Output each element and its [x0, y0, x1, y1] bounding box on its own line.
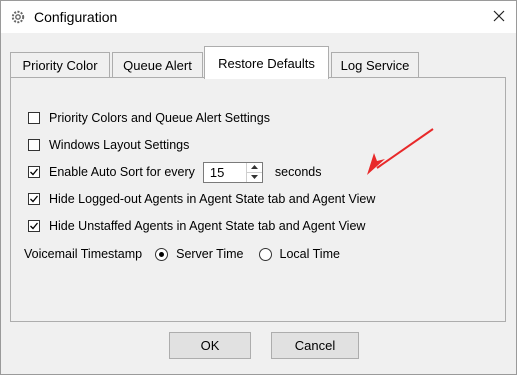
hide-unstaffed-checkbox[interactable] [28, 220, 40, 232]
tab-label: Restore Defaults [218, 55, 315, 71]
cancel-button-label: Cancel [294, 338, 336, 353]
windows-layout-option[interactable]: Windows Layout Settings [28, 135, 189, 155]
checkmark-icon [30, 195, 39, 203]
stepper-buttons [245, 162, 262, 182]
windows-layout-checkbox[interactable] [28, 139, 40, 151]
radio-selected-dot [159, 251, 165, 257]
hide-unstaffed-label: Hide Unstaffed Agents in Agent State tab… [49, 219, 366, 233]
seconds-unit-label: seconds [274, 165, 322, 179]
ok-button-label: OK [200, 338, 220, 353]
cancel-button[interactable]: Cancel [271, 332, 359, 359]
gear-icon [11, 10, 25, 24]
title-bar: Configuration [1, 1, 516, 33]
hide-logged-out-option[interactable]: Hide Logged-out Agents in Agent State ta… [28, 189, 375, 209]
window-title: Configuration [34, 9, 118, 25]
windows-layout-label: Windows Layout Settings [49, 138, 190, 152]
chevron-down-icon [250, 175, 258, 179]
checkmark-icon [30, 168, 39, 176]
auto-sort-checkbox[interactable] [28, 166, 40, 178]
stepper-up-button[interactable] [246, 163, 262, 173]
close-icon [493, 10, 505, 22]
tab-queue-alert[interactable]: Queue Alert [112, 52, 203, 78]
server-time-label: Server Time [176, 247, 244, 261]
server-time-radio[interactable] [155, 247, 169, 261]
priority-colors-option[interactable]: Priority Colors and Queue Alert Settings [28, 108, 270, 128]
local-time-radio[interactable] [258, 247, 272, 261]
hide-unstaffed-option[interactable]: Hide Unstaffed Agents in Agent State tab… [28, 216, 365, 236]
stepper-down-button[interactable] [247, 173, 262, 182]
tab-control: Priority Color Queue Alert Restore Defau… [1, 33, 516, 374]
voicemail-timestamp-label: Voicemail Timestamp [24, 247, 143, 261]
hide-logged-out-checkbox[interactable] [28, 193, 40, 205]
priority-colors-checkbox[interactable] [28, 112, 40, 124]
auto-sort-interval-value: 15 [209, 164, 225, 180]
tab-log-service[interactable]: Log Service [331, 52, 419, 78]
local-time-label: Local Time [279, 247, 340, 261]
auto-sort-option: Enable Auto Sort for every 15 seconds [28, 161, 322, 183]
priority-colors-label: Priority Colors and Queue Alert Settings [49, 111, 270, 125]
configuration-dialog: Configuration Priority Color Queue Alert… [0, 0, 517, 375]
auto-sort-label: Enable Auto Sort for every [49, 165, 195, 179]
tab-restore-defaults[interactable]: Restore Defaults [204, 46, 329, 79]
tab-label: Priority Color [22, 58, 98, 73]
checkmark-icon [30, 222, 39, 230]
tab-label: Log Service [340, 58, 410, 73]
ok-button[interactable]: OK [169, 332, 251, 359]
voicemail-timestamp-group: Voicemail Timestamp Server Time Local Ti… [24, 244, 340, 264]
chevron-up-icon [250, 165, 258, 169]
tab-label: Queue Alert [123, 58, 192, 73]
tab-priority-color[interactable]: Priority Color [10, 52, 110, 78]
close-button[interactable] [488, 5, 510, 27]
restore-defaults-panel: Priority Colors and Queue Alert Settings… [10, 77, 506, 322]
hide-logged-out-label: Hide Logged-out Agents in Agent State ta… [49, 192, 376, 206]
auto-sort-interval-stepper[interactable]: 15 [202, 161, 263, 183]
